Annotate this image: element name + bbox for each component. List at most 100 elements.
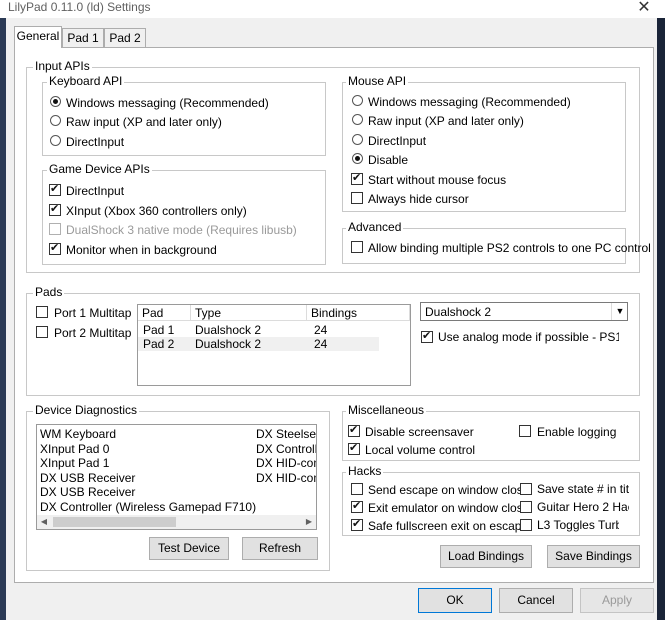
hack-option-label: L3 Toggles Turbo [537,518,619,532]
device-name: DX USB Receiver [40,485,136,499]
table-row[interactable]: Pad 2 Dualshock 2 24 [138,337,379,351]
hack-label-clip: Guitar Hero 2 Hack [537,500,629,515]
mouse-option-label: Windows messaging (Recommended) [368,95,571,109]
cancel-button[interactable]: Cancel [499,588,573,613]
column-header-bindings[interactable]: Bindings [307,305,410,321]
misc-option-label: Enable logging [537,425,617,439]
bindings-cell: 24 [314,337,328,351]
list-item[interactable]: WM Keyboard DX Steelseries [37,427,316,441]
list-item[interactable]: XInput Pad 0 DX Controller [37,442,316,456]
checkbox-gd-monitor-background[interactable] [49,241,61,255]
multitap-label: Port 2 Multitap [54,326,132,340]
device-name: DX USB Receiver [40,470,136,485]
window-title: LilyPad 0.11.0 (ld) Settings [8,0,151,14]
hack-option-label: Send escape on window close [368,483,530,497]
tab-pad-2[interactable]: Pad 2 [104,28,146,47]
list-item[interactable]: DX USB Receiver DX HID-compliant [37,471,316,485]
title-bar: LilyPad 0.11.0 (ld) Settings ✕ [0,0,665,18]
mouse-extra-label: Always hide cursor [368,192,469,206]
bindings-cell: 24 [314,323,328,337]
load-bindings-button[interactable]: Load Bindings [440,545,532,568]
horizontal-scrollbar[interactable]: ◀ ▶ [37,515,316,529]
checkbox-safe-fullscreen-exit[interactable] [351,517,363,531]
desktop-background-right [657,0,665,620]
list-item[interactable]: DX Controller (Wireless Gamepad F710) [37,500,316,514]
mouse-radio-raw-input[interactable] [352,114,363,125]
device-type: DX Controller [256,441,316,456]
analog-mode-label: Use analog mode if possible - PS1 only [438,330,619,344]
chevron-down-icon[interactable]: ▼ [611,303,628,320]
hack-option-label: Guitar Hero 2 Hack [537,500,629,514]
gd-option-label: XInput (Xbox 360 controllers only) [66,204,247,218]
pad-cell: Pad 1 [143,323,175,337]
checkbox-start-without-mouse-focus[interactable] [351,171,363,185]
apply-button[interactable]: Apply [580,588,654,613]
checkbox-local-volume-control[interactable] [348,441,360,455]
mouse-api-label: Mouse API [346,74,409,88]
checkbox-port-1-multitap[interactable] [36,306,48,318]
keyboard-api-label: Keyboard API [47,74,125,88]
checkbox-save-state-in-title[interactable] [520,483,532,495]
checkbox-gd-xinput[interactable] [49,202,61,216]
checkbox-gd-dualshock3[interactable] [49,223,61,235]
scroll-right-icon[interactable]: ▶ [302,515,316,529]
gd-option-label: Monitor when in background [66,243,217,257]
checkbox-always-hide-cursor[interactable] [351,192,363,204]
checkbox-disable-screensaver[interactable] [348,423,360,437]
column-header-type[interactable]: Type [191,305,307,321]
list-item[interactable]: DX USB Receiver [37,485,316,499]
checkbox-enable-logging[interactable] [519,425,531,437]
hack-option-label: Safe fullscreen exit on escape [368,519,529,533]
ok-button[interactable]: OK [418,588,492,613]
device-list[interactable]: WM Keyboard DX Steelseries XInput Pad 0 DX … [36,424,317,530]
pad-type-dropdown[interactable]: Dualshock 2 ▼ [420,302,628,321]
keyboard-radio-directinput[interactable] [50,135,61,146]
refresh-button[interactable]: Refresh [242,537,318,560]
type-cell: Dualshock 2 [195,323,262,337]
keyboard-radio-raw-input[interactable] [50,115,61,126]
game-device-apis-label: Game Device APIs [47,162,152,176]
hack-label-clip: Save state # in title [537,482,629,497]
list-item[interactable]: XInput Pad 1 DX HID-compliant [37,456,316,470]
checkbox-exit-emulator[interactable] [351,499,363,513]
checkbox-l3-toggles-turbo[interactable] [520,519,532,531]
misc-option-label: Local volume control [365,443,476,457]
desktop-background-left [0,0,6,620]
multitap-label: Port 1 Multitap [54,306,132,320]
advanced-option-label: Allow binding multiple PS2 controls to o… [368,241,651,255]
keyboard-radio-windows-messaging[interactable] [50,96,61,107]
test-device-button[interactable]: Test Device [149,537,229,560]
scroll-left-icon[interactable]: ◀ [37,515,51,529]
gd-option-label: DirectInput [66,184,125,198]
device-name: XInput Pad 1 [40,456,110,470]
checkbox-send-escape[interactable] [351,483,363,495]
pad-type-selected: Dualshock 2 [425,305,492,319]
checkbox-port-2-multitap[interactable] [36,326,48,338]
keyboard-option-label: Raw input (XP and later only) [66,115,222,129]
pads-label: Pads [33,285,65,299]
device-name: DX Controller (Wireless Gamepad F710) [40,499,257,514]
mouse-option-label: Disable [368,153,409,167]
scrollbar-thumb[interactable] [53,517,176,527]
advanced-label: Advanced [346,220,404,234]
mouse-radio-directinput[interactable] [352,134,363,145]
tab-pad-1[interactable]: Pad 1 [62,28,104,47]
table-row[interactable]: Pad 1 Dualshock 2 24 [138,322,410,337]
hack-label-clip: L3 Toggles Turbo [537,518,619,533]
mouse-radio-windows-messaging[interactable] [352,95,363,106]
mouse-radio-disable[interactable] [352,153,363,164]
checkbox-guitar-hero-2-hack[interactable] [520,501,532,513]
pads-list[interactable]: Pad Type Bindings Pad 1 Dualshock 2 24 P… [137,304,411,386]
device-diagnostics-label: Device Diagnostics [33,403,140,417]
input-apis-label: Input APIs [33,59,92,73]
checkbox-use-analog-mode[interactable] [421,329,433,343]
tab-general[interactable]: General [14,26,62,48]
checkbox-allow-multiple-bindings[interactable] [351,241,363,253]
save-bindings-button[interactable]: Save Bindings [547,545,640,568]
hack-option-label: Save state # in title [537,482,629,496]
device-type: DX Steelseries [256,427,316,441]
checkbox-gd-directinput[interactable] [49,182,61,196]
close-icon[interactable]: ✕ [634,0,654,18]
column-header-pad[interactable]: Pad [138,305,191,321]
keyboard-option-label: Windows messaging (Recommended) [66,96,269,110]
